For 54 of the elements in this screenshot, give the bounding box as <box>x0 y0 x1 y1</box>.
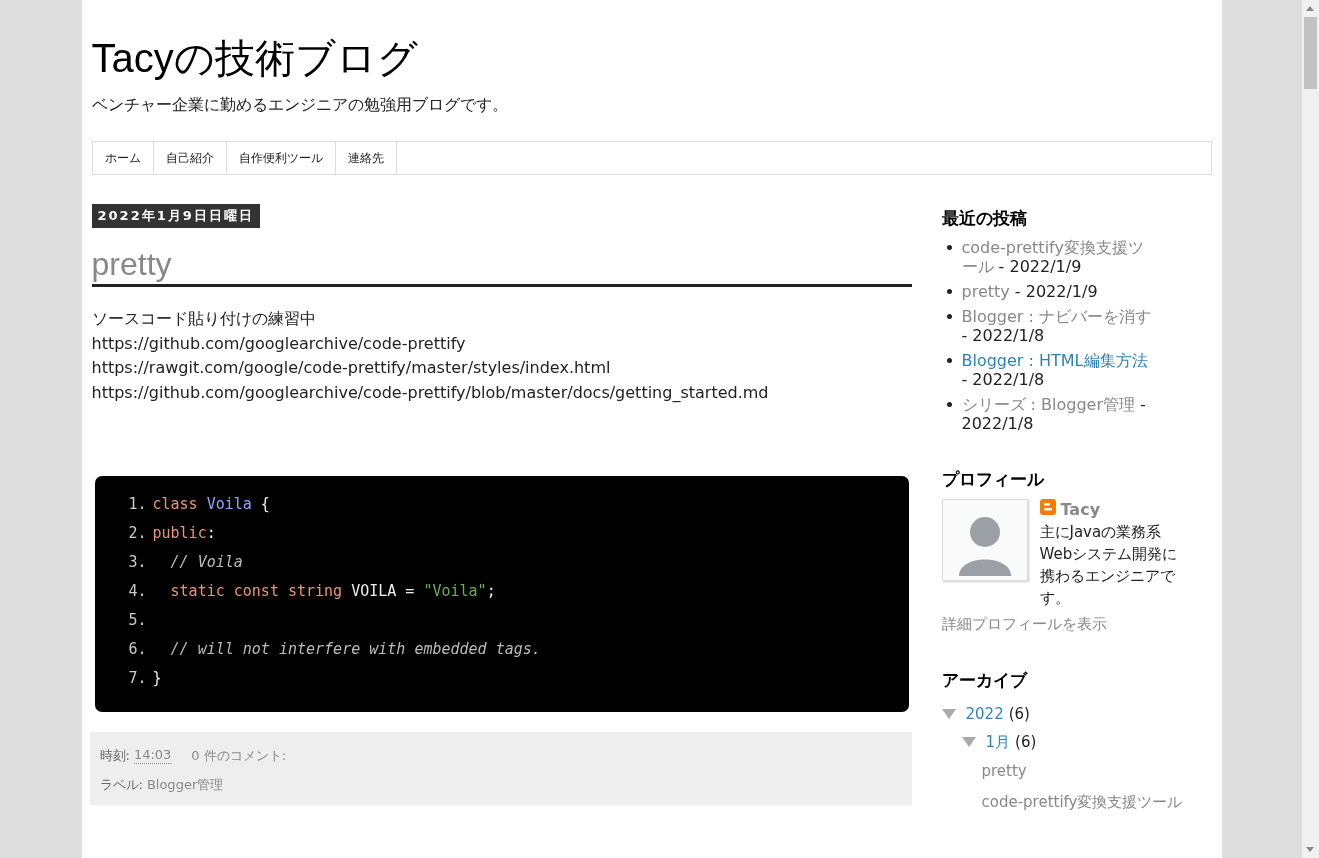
bullet-icon <box>946 289 952 294</box>
body-text: https://rawgit.com/google/code-prettify/master/styles/index.html <box>91 357 611 380</box>
widget-title: 最近の投稿 <box>941 207 1028 230</box>
scrollbar[interactable] <box>1302 0 1319 858</box>
bullet-icon <box>946 402 952 407</box>
archive-link[interactable]: 2022 <box>965 700 1004 728</box>
bullet-icon <box>946 245 952 250</box>
recent-post-item[interactable]: pretty - 2022/1/9 <box>961 282 1157 301</box>
labels-label: ラベル: <box>99 775 143 794</box>
body-text: ソースコード貼り付けの練習中 <box>91 308 316 330</box>
recent-post-item[interactable]: code-prettify変換支援ツール - 2022/1/9 <box>961 238 1157 276</box>
blog-description: ベンチャー企業に勤めるエンジニアの勉強用ブログです。 <box>91 95 509 116</box>
recent-post-item[interactable]: Blogger : HTML編集方法 - 2022/1/8 <box>961 351 1157 389</box>
time-label: 時刻: <box>99 746 130 765</box>
widget-title: プロフィール <box>941 468 1045 491</box>
bullet-icon <box>946 358 952 363</box>
toggle-icon[interactable] <box>941 709 956 719</box>
blog-title[interactable]: Tacyの技術ブログ <box>91 33 1212 83</box>
body-text: https://github.com/googlearchive/code-prettify <box>91 332 466 355</box>
profile-link[interactable]: 詳細プロフィールを表示 <box>941 615 1202 634</box>
nav-tab[interactable]: ホーム <box>92 142 154 174</box>
avatar[interactable] <box>941 499 1028 581</box>
nav-tab[interactable]: 自作便利ツール <box>226 142 336 174</box>
code-line: class Voila { <box>152 493 270 515</box>
nav-tab[interactable]: 連絡先 <box>335 142 397 174</box>
line-number: 5. <box>127 609 147 631</box>
nav-tab[interactable]: 自己紹介 <box>153 142 227 174</box>
profile-about: 主にJavaの業務系Webシステム開発に携わるエンジニアです。 <box>1039 522 1179 609</box>
archive-post-link[interactable]: pretty <box>981 756 1202 787</box>
toggle-icon[interactable] <box>961 737 976 747</box>
scrollbar-thumb[interactable] <box>1304 17 1317 89</box>
line-number: 2. <box>127 522 147 544</box>
code-line: static const string VOILA = "Voila"; <box>169 580 496 602</box>
code-line: public: <box>152 522 216 544</box>
profile-name[interactable]: Tacy <box>1060 499 1101 521</box>
post-title[interactable]: pretty <box>91 244 912 287</box>
line-number: 3. <box>127 551 147 573</box>
body-text: https://github.com/googlearchive/code-prettify/blob/master/docs/getting_started.md <box>91 382 769 405</box>
code-line: // will not interfere with embedded tags. <box>169 638 541 660</box>
post-count: (6) <box>1008 704 1030 725</box>
recent-post-item[interactable]: シリーズ : Blogger管理 - 2022/1/8 <box>961 395 1157 433</box>
widget-title: アーカイブ <box>941 669 1029 692</box>
line-number: 4. <box>127 580 147 602</box>
line-number: 7. <box>127 667 147 689</box>
post-date: 2022年1月9日日曜日 <box>91 204 260 228</box>
archive-post-link[interactable]: code-prettify変換支援ツール <box>981 787 1202 818</box>
line-number: 1. <box>127 493 147 515</box>
code-line: // Voila <box>169 551 243 573</box>
code-line: } <box>152 667 162 689</box>
recent-post-item[interactable]: Blogger : ナビバーを消す - 2022/1/8 <box>961 307 1157 345</box>
archive-link[interactable]: 1月 <box>985 728 1011 756</box>
line-number: 6. <box>127 638 147 660</box>
bullet-icon <box>946 314 952 319</box>
post-count: (6) <box>1015 732 1037 753</box>
